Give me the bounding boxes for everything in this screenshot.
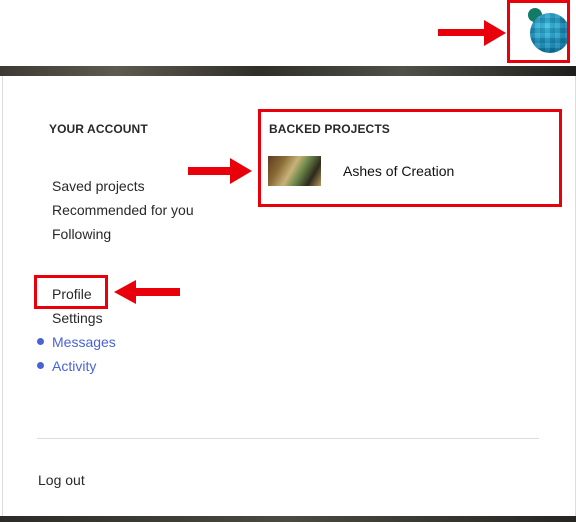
following-link[interactable]: Following (52, 226, 111, 242)
your-account-heading: YOUR ACCOUNT (49, 122, 148, 136)
activity-link[interactable]: Activity (52, 358, 96, 374)
annotation-highlight-backed-projects (258, 109, 562, 207)
activity-unread-dot (37, 362, 44, 369)
messages-link[interactable]: Messages (52, 334, 116, 350)
background-strip (0, 66, 576, 76)
annotation-highlight-avatar (507, 0, 570, 63)
messages-unread-dot (37, 338, 44, 345)
settings-link[interactable]: Settings (52, 310, 103, 326)
divider (37, 438, 539, 439)
logout-link[interactable]: Log out (38, 472, 85, 488)
background-strip-bottom (0, 516, 576, 522)
annotation-arrow-profile (114, 280, 180, 304)
annotation-highlight-profile (34, 275, 108, 309)
annotation-arrow-avatar (438, 20, 506, 46)
recommended-link[interactable]: Recommended for you (52, 202, 194, 218)
annotation-arrow-backed-projects (188, 158, 252, 184)
saved-projects-link[interactable]: Saved projects (52, 178, 145, 194)
